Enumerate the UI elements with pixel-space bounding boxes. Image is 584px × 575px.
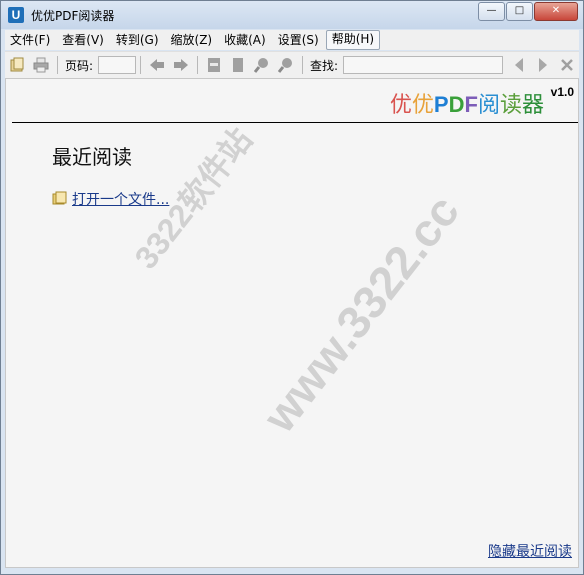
page-label: 页码:: [65, 58, 94, 73]
fit-page-icon[interactable]: [230, 57, 246, 73]
previous-page-icon[interactable]: [149, 57, 165, 73]
app-icon: U: [8, 7, 24, 23]
logo-char: 阅: [477, 93, 500, 118]
logo-char: P: [433, 92, 449, 117]
window-title: 优优PDF阅读器: [31, 9, 115, 23]
close-find-icon[interactable]: [559, 57, 575, 73]
zoom-in-icon[interactable]: [254, 57, 270, 73]
minimize-button[interactable]: —: [478, 2, 505, 21]
watermark-url: www.3322.cc: [252, 185, 470, 442]
open-file-icon: [52, 190, 68, 209]
print-icon[interactable]: [33, 57, 49, 73]
menu-file[interactable]: 文件(F): [5, 31, 55, 49]
find-input[interactable]: [343, 56, 504, 74]
logo-char: 器: [521, 93, 544, 118]
toolbar: 页码: 查找:: [5, 51, 579, 78]
toolbar-separator: [302, 56, 304, 74]
find-label: 查找:: [310, 58, 339, 73]
menu-favorites[interactable]: 收藏(A): [219, 31, 271, 49]
menu-help[interactable]: 帮助(H): [325, 30, 381, 50]
toolbar-separator: [140, 56, 142, 74]
menu-view[interactable]: 查看(V): [57, 31, 109, 49]
toolbar-separator: [197, 56, 199, 74]
fit-width-icon[interactable]: [206, 57, 222, 73]
app-logo: 优优PDF阅读器: [390, 87, 544, 119]
open-file-link-row[interactable]: 打开一个文件...: [52, 189, 169, 209]
find-previous-icon[interactable]: [511, 57, 527, 73]
find-next-icon[interactable]: [535, 57, 551, 73]
menu-settings[interactable]: 设置(S): [273, 31, 324, 49]
menu-goto[interactable]: 转到(G): [111, 31, 164, 49]
recent-reading-title: 最近阅读: [52, 145, 132, 169]
next-page-icon[interactable]: [173, 57, 189, 73]
version-label: v1.0: [550, 85, 574, 99]
header-divider: [12, 122, 578, 123]
logo-char: 优: [411, 93, 434, 118]
logo-char: D: [448, 92, 465, 117]
title-bar[interactable]: U 优优PDF阅读器 — □ ✕: [1, 1, 583, 29]
logo-char: 读: [499, 93, 522, 118]
page-number-input[interactable]: [98, 56, 137, 74]
zoom-out-icon[interactable]: [278, 57, 294, 73]
logo-char: 优: [389, 93, 412, 118]
logo-char: F: [464, 92, 478, 117]
toolbar-separator: [57, 56, 58, 74]
app-window: U 优优PDF阅读器 — □ ✕ 文件(F) 查看(V) 转到(G) 缩放(Z)…: [0, 0, 584, 575]
document-area: 优优PDF阅读器 v1.0 最近阅读 打开一个文件... 隐藏最近阅读 3322…: [5, 78, 579, 568]
open-folder-icon[interactable]: [9, 57, 25, 73]
close-button[interactable]: ✕: [534, 2, 578, 21]
menu-bar: 文件(F) 查看(V) 转到(G) 缩放(Z) 收藏(A) 设置(S) 帮助(H…: [5, 30, 579, 50]
maximize-button[interactable]: □: [506, 2, 533, 21]
menu-zoom[interactable]: 缩放(Z): [166, 31, 218, 49]
hide-recent-link[interactable]: 隐藏最近阅读: [488, 541, 572, 561]
